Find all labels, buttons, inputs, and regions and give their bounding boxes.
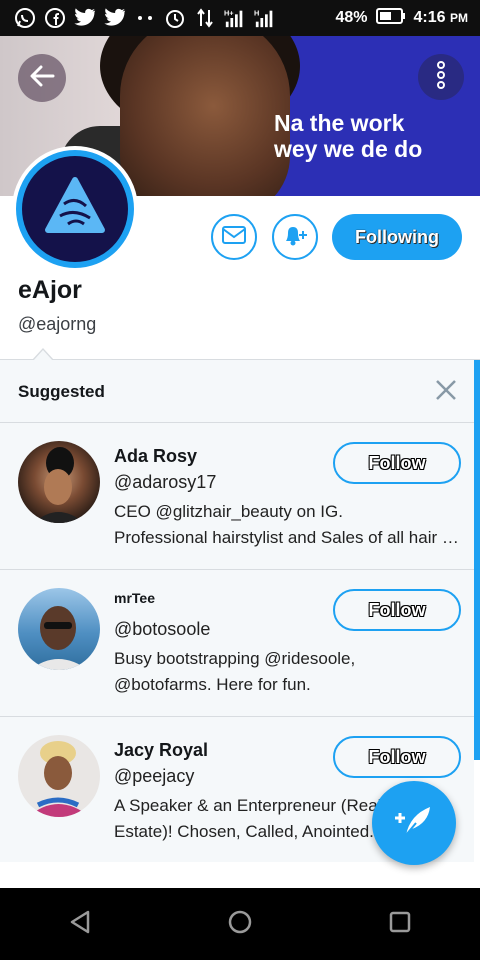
svg-text:H: H: [254, 8, 259, 17]
battery-percent: 48%: [335, 9, 368, 26]
separator: [0, 569, 474, 570]
profile-avatar[interactable]: [12, 146, 138, 272]
nav-recents-button[interactable]: [375, 899, 425, 949]
vertical-dots-icon: [437, 60, 445, 94]
more-dots-icon: [134, 7, 156, 29]
scrollbar[interactable]: [474, 360, 480, 760]
close-suggested-button[interactable]: [432, 378, 460, 406]
suggested-user-name[interactable]: Ada Rosy: [114, 446, 197, 467]
bell-plus-icon: [281, 223, 309, 252]
envelope-icon: [221, 225, 247, 250]
suggested-user-name[interactable]: mrTee: [114, 590, 155, 606]
twitter-icon: [74, 7, 96, 29]
square-recents-icon: [389, 911, 411, 938]
signal-h-icon: H+: [224, 7, 246, 29]
separator: [0, 422, 474, 423]
facebook-icon: [44, 7, 66, 29]
suggested-user-handle: @botosoole: [114, 619, 211, 639]
compose-tweet-button[interactable]: [372, 781, 456, 865]
battery-icon: [375, 7, 406, 29]
suggested-user-bio: Professional hairstylist and Sales of al…: [114, 528, 464, 547]
alarm-icon: [164, 7, 186, 29]
close-icon: [435, 379, 457, 406]
message-button[interactable]: [211, 214, 257, 260]
clock: 4:16 PM: [413, 9, 468, 26]
signal-h-icon: H: [254, 7, 276, 29]
suggested-user-bio: CEO @glitzhair_beauty on IG.: [114, 502, 343, 521]
suggested-caret-fill: [33, 350, 53, 361]
data-transfer-icon: [194, 7, 216, 29]
svg-text:H+: H+: [224, 8, 234, 17]
follow-button[interactable]: Follow: [333, 736, 461, 778]
avatar[interactable]: [18, 735, 100, 817]
profile-handle: @eajorng: [18, 314, 97, 334]
android-nav-bar: [0, 888, 480, 960]
separator: [0, 716, 474, 717]
banner-text: Na the work wey we de do: [274, 110, 423, 162]
more-options-button[interactable]: [418, 54, 464, 100]
whatsapp-icon: [14, 7, 36, 29]
avatar[interactable]: [18, 588, 100, 670]
eajor-logo: [22, 156, 128, 262]
banner-photo: [120, 36, 290, 196]
twitter-icon: [104, 7, 126, 29]
suggested-title: Suggested: [18, 382, 105, 401]
suggested-user-bio: Busy bootstrapping @ridesoole,: [114, 649, 356, 668]
following-button[interactable]: Following: [332, 214, 462, 260]
follow-button[interactable]: Follow: [333, 589, 461, 631]
next-tweet-partial: [0, 876, 480, 888]
nav-home-button[interactable]: [215, 899, 265, 949]
avatar[interactable]: [18, 441, 100, 523]
follow-button[interactable]: Follow: [333, 442, 461, 484]
suggested-user-name[interactable]: Jacy Royal: [114, 740, 208, 761]
notifications-button[interactable]: [272, 214, 318, 260]
compose-feather-icon: [394, 803, 434, 844]
triangle-back-icon: [69, 910, 91, 939]
nav-back-button[interactable]: [55, 899, 105, 949]
circle-home-icon: [227, 909, 253, 940]
arrow-left-icon: [29, 65, 55, 92]
profile-name: eAjor: [18, 276, 82, 304]
suggested-user-handle: @peejacy: [114, 766, 195, 786]
status-bar: H+ H 48% 4:16 PM: [0, 0, 480, 36]
back-button[interactable]: [18, 54, 66, 102]
suggested-user-bio: @botofarms. Here for fun.: [114, 675, 311, 694]
suggested-user-handle: @adarosy17: [114, 472, 217, 492]
